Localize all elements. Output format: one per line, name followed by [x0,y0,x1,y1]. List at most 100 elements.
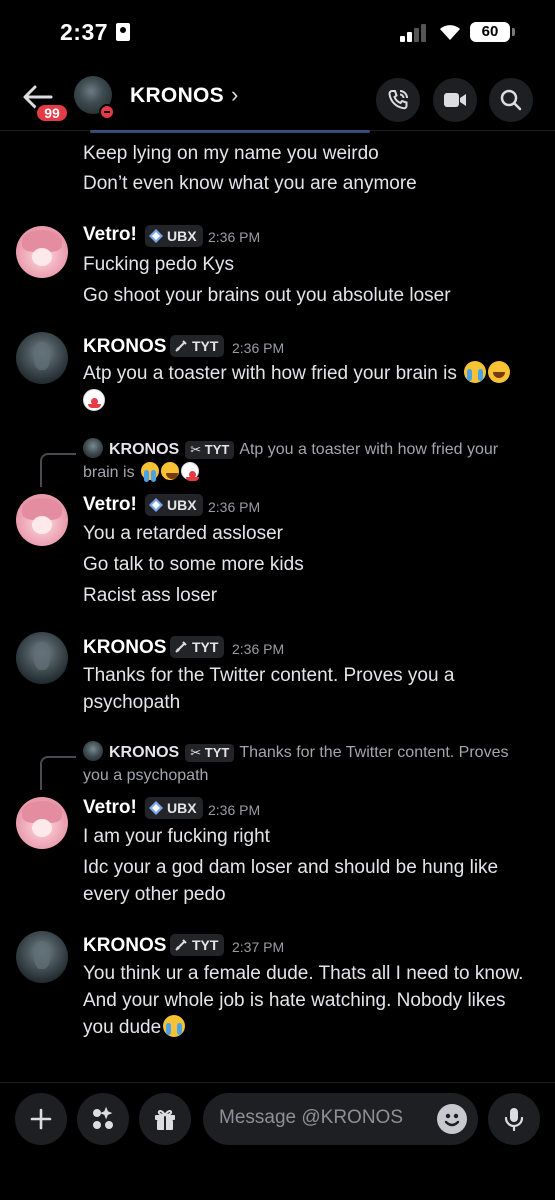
reply-text: you a psychopath [83,767,209,784]
clan-tag[interactable]: TYT [170,934,225,956]
tears-of-joy-emoji-icon [488,361,511,383]
tag-label: UBX [167,497,197,513]
reply-spine [40,453,76,487]
sword-badge-icon [175,340,187,352]
avatar[interactable] [16,332,68,384]
apps-icon [93,1106,113,1129]
message-author[interactable]: Vetro! [83,494,137,516]
avatar [83,741,103,761]
emoji-icon[interactable] [437,1104,467,1134]
message-time: 2:36 PM [208,499,261,515]
reply-author: KRONOS [109,744,180,761]
search-icon [500,89,522,111]
status-bar: 2:37 60 [0,0,555,66]
clan-tag: ✂ TYT [185,441,235,459]
clan-tag[interactable]: TYT [170,335,225,357]
clown-emoji-icon [181,462,200,481]
chevron-right-icon[interactable]: › [231,82,238,108]
message-text: you dude [83,1017,162,1038]
embed-edge [90,130,370,133]
video-call-button[interactable] [433,78,477,122]
message-line: Go shoot your brains out you absolute lo… [83,285,451,306]
message-input[interactable]: Message @KRONOS [203,1093,478,1145]
battery-indicator: 60 [470,22,510,42]
tag-label: UBX [167,228,197,244]
page-title[interactable]: KRONOS [130,84,224,108]
avatar [83,438,103,458]
message-line: Keep lying on my name you weirdo [83,143,379,164]
status-time: 2:37 [60,19,109,45]
gift-button[interactable] [139,1093,191,1145]
message-line: And your whole job is hate watching. Nob… [83,990,506,1011]
battery-tip [512,28,515,36]
video-camera-icon [444,93,466,107]
message-line: psychopath [83,692,181,713]
reply-preview[interactable]: KRONOS ✂ TYT Atp you a toaster with how fr… [83,438,543,484]
do-not-disturb-icon [99,104,115,120]
diamond-badge-icon [149,229,163,243]
message-time: 2:37 PM [232,939,285,955]
message-line: every other pedo [83,884,226,905]
tag-label: TYT [192,937,219,953]
contact-card-icon [116,23,130,41]
cellular-signal-icon [400,24,430,42]
message-author[interactable]: KRONOS [83,935,166,957]
clan-tag[interactable]: TYT [170,636,225,658]
avatar[interactable] [16,931,68,983]
message-time: 2:36 PM [208,229,261,245]
reply-author: KRONOS [109,441,180,458]
microphone-icon [504,1108,524,1132]
reply-text: Thanks for the Twitter content. Proves [239,744,509,761]
tag-label: TYT [204,442,230,457]
reply-text: brain is [83,464,135,481]
reply-spine [40,756,76,790]
message-line: Don’t even know what you are anymore [83,173,417,194]
voice-message-button[interactable] [488,1093,540,1145]
reply-text: Atp you a toaster with how fried your [239,441,499,458]
diamond-badge-icon [149,498,163,512]
apps-button[interactable] [77,1093,129,1145]
loudly-crying-emoji-icon [141,462,160,482]
avatar[interactable] [16,226,68,278]
message-author[interactable]: Vetro! [83,797,137,819]
reply-preview[interactable]: KRONOS ✂ TYT Thanks for the Twitter conten… [83,741,543,787]
tag-label: UBX [167,800,197,816]
message-line: Fucking pedo Kys [83,254,235,275]
avatar[interactable] [16,494,68,546]
wifi-icon [440,25,460,40]
message-line: Atp you a toaster with how fried your br… [83,360,511,387]
sword-badge-icon [175,939,187,951]
message-text: Atp you a toaster with how fried your br… [83,363,457,384]
chat-header: 99 KRONOS › [0,66,555,132]
message-line: You think ur a female dude. Thats all I … [83,963,524,984]
loudly-crying-emoji-icon [464,361,487,383]
message-author[interactable]: Vetro! [83,224,137,246]
clan-tag: ✂ TYT [185,744,235,762]
unread-badge: 99 [34,102,70,124]
search-button[interactable] [489,78,533,122]
loudly-crying-emoji-icon [163,1015,186,1037]
call-button[interactable] [376,78,420,122]
clan-tag[interactable]: UBX [145,797,203,819]
message-line: I am your fucking right [83,826,270,847]
gift-icon [155,1109,175,1130]
message-author[interactable]: KRONOS [83,637,166,659]
message-time: 2:36 PM [232,641,285,657]
add-attachment-button[interactable] [15,1093,67,1145]
message-line [83,388,105,415]
message-input-placeholder: Message @KRONOS [219,1107,404,1128]
tag-label: TYT [192,338,219,354]
message-time: 2:36 PM [208,802,261,818]
tag-label: TYT [204,745,230,760]
clan-tag[interactable]: UBX [145,225,203,247]
clan-tag[interactable]: UBX [145,494,203,516]
avatar[interactable] [16,797,68,849]
tears-of-joy-emoji-icon [161,462,180,480]
message-author[interactable]: KRONOS [83,336,166,358]
message-line: Go talk to some more kids [83,554,304,575]
message-line: Idc your a god dam loser and should be h… [83,857,499,878]
phone-call-icon [388,90,408,110]
message-line: You a retarded assloser [83,523,283,544]
tag-label: TYT [192,639,219,655]
avatar[interactable] [16,632,68,684]
